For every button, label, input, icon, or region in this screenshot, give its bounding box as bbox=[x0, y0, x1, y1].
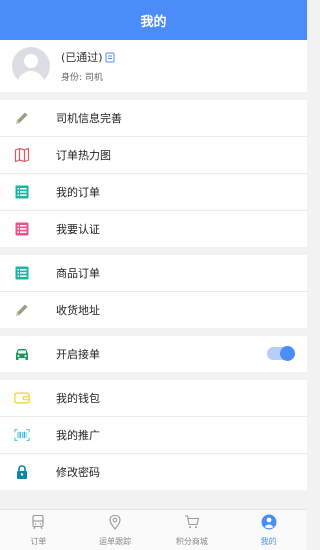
menu-item-label: 订单热力图 bbox=[56, 149, 111, 162]
menu-item-my-promotion[interactable]: 我的推广 bbox=[0, 417, 307, 454]
tab-label: 我的 bbox=[260, 536, 277, 546]
menu-item-change-password[interactable]: 修改密码 bbox=[0, 454, 307, 490]
tab-label: 订单 bbox=[30, 536, 47, 546]
list-icon bbox=[14, 221, 30, 237]
tab-label: 积分商城 bbox=[175, 536, 208, 546]
tab-label: 运单跟踪 bbox=[99, 536, 132, 546]
menu-item-accept-orders: 开启接单 bbox=[0, 336, 307, 372]
menu-item-label: 我的推广 bbox=[56, 429, 100, 442]
menu-item-label: 收货地址 bbox=[56, 304, 100, 317]
map-icon bbox=[14, 147, 30, 163]
menu-item-my-orders[interactable]: 我的订单 bbox=[0, 174, 307, 211]
approval-status: (已通过) bbox=[61, 51, 103, 64]
list-icon bbox=[14, 265, 30, 281]
menu-item-label: 我要认证 bbox=[56, 223, 100, 236]
tab-orders[interactable]: 订单 bbox=[0, 510, 77, 550]
wallet-icon bbox=[14, 390, 30, 406]
location-pin-icon bbox=[107, 514, 123, 534]
car-icon bbox=[14, 346, 30, 362]
menu-item-label: 司机信息完善 bbox=[56, 112, 122, 125]
menu-group-wallet: 我的钱包 我的推广 修改密码 bbox=[0, 380, 307, 490]
header-bar: 我的 bbox=[0, 0, 307, 40]
cart-icon bbox=[184, 514, 200, 534]
menu-item-shipping-address[interactable]: 收货地址 bbox=[0, 292, 307, 328]
page-title: 我的 bbox=[140, 14, 167, 30]
menu-group-dispatch: 开启接单 bbox=[0, 336, 307, 372]
pencil-icon bbox=[14, 302, 30, 318]
barcode-icon bbox=[14, 427, 30, 443]
bus-icon bbox=[30, 514, 46, 534]
menu-item-driver-info[interactable]: 司机信息完善 bbox=[0, 100, 307, 137]
menu-item-label: 开启接单 bbox=[56, 348, 100, 361]
menu-item-my-wallet[interactable]: 我的钱包 bbox=[0, 380, 307, 417]
edit-profile-icon[interactable] bbox=[105, 52, 116, 63]
lock-icon bbox=[14, 464, 30, 480]
user-role: 身份: 司机 bbox=[61, 73, 103, 83]
accept-orders-toggle[interactable] bbox=[267, 346, 295, 361]
user-icon bbox=[261, 514, 277, 534]
avatar bbox=[12, 47, 50, 85]
menu-item-label: 我的钱包 bbox=[56, 392, 100, 405]
bottom-tab-bar: 订单 运单跟踪 积分商城 我的 bbox=[0, 509, 307, 550]
tab-waybill-tracking[interactable]: 运单跟踪 bbox=[77, 510, 154, 550]
menu-item-order-heatmap[interactable]: 订单热力图 bbox=[0, 137, 307, 174]
menu-item-certification[interactable]: 我要认证 bbox=[0, 211, 307, 247]
menu-group-shop: 商品订单 收货地址 bbox=[0, 255, 307, 328]
menu-item-label: 我的订单 bbox=[56, 186, 100, 199]
tab-points-mall[interactable]: 积分商城 bbox=[154, 510, 231, 550]
pencil-icon bbox=[14, 110, 30, 126]
menu-item-label: 商品订单 bbox=[56, 267, 100, 280]
menu-group-account: 司机信息完善 订单热力图 我的订单 我要认证 bbox=[0, 100, 307, 247]
tab-mine[interactable]: 我的 bbox=[230, 510, 307, 550]
menu-item-product-orders[interactable]: 商品订单 bbox=[0, 255, 307, 292]
profile-card[interactable]: (已通过) 身份: 司机 bbox=[0, 40, 307, 92]
menu-item-label: 修改密码 bbox=[56, 466, 100, 479]
list-icon bbox=[14, 184, 30, 200]
